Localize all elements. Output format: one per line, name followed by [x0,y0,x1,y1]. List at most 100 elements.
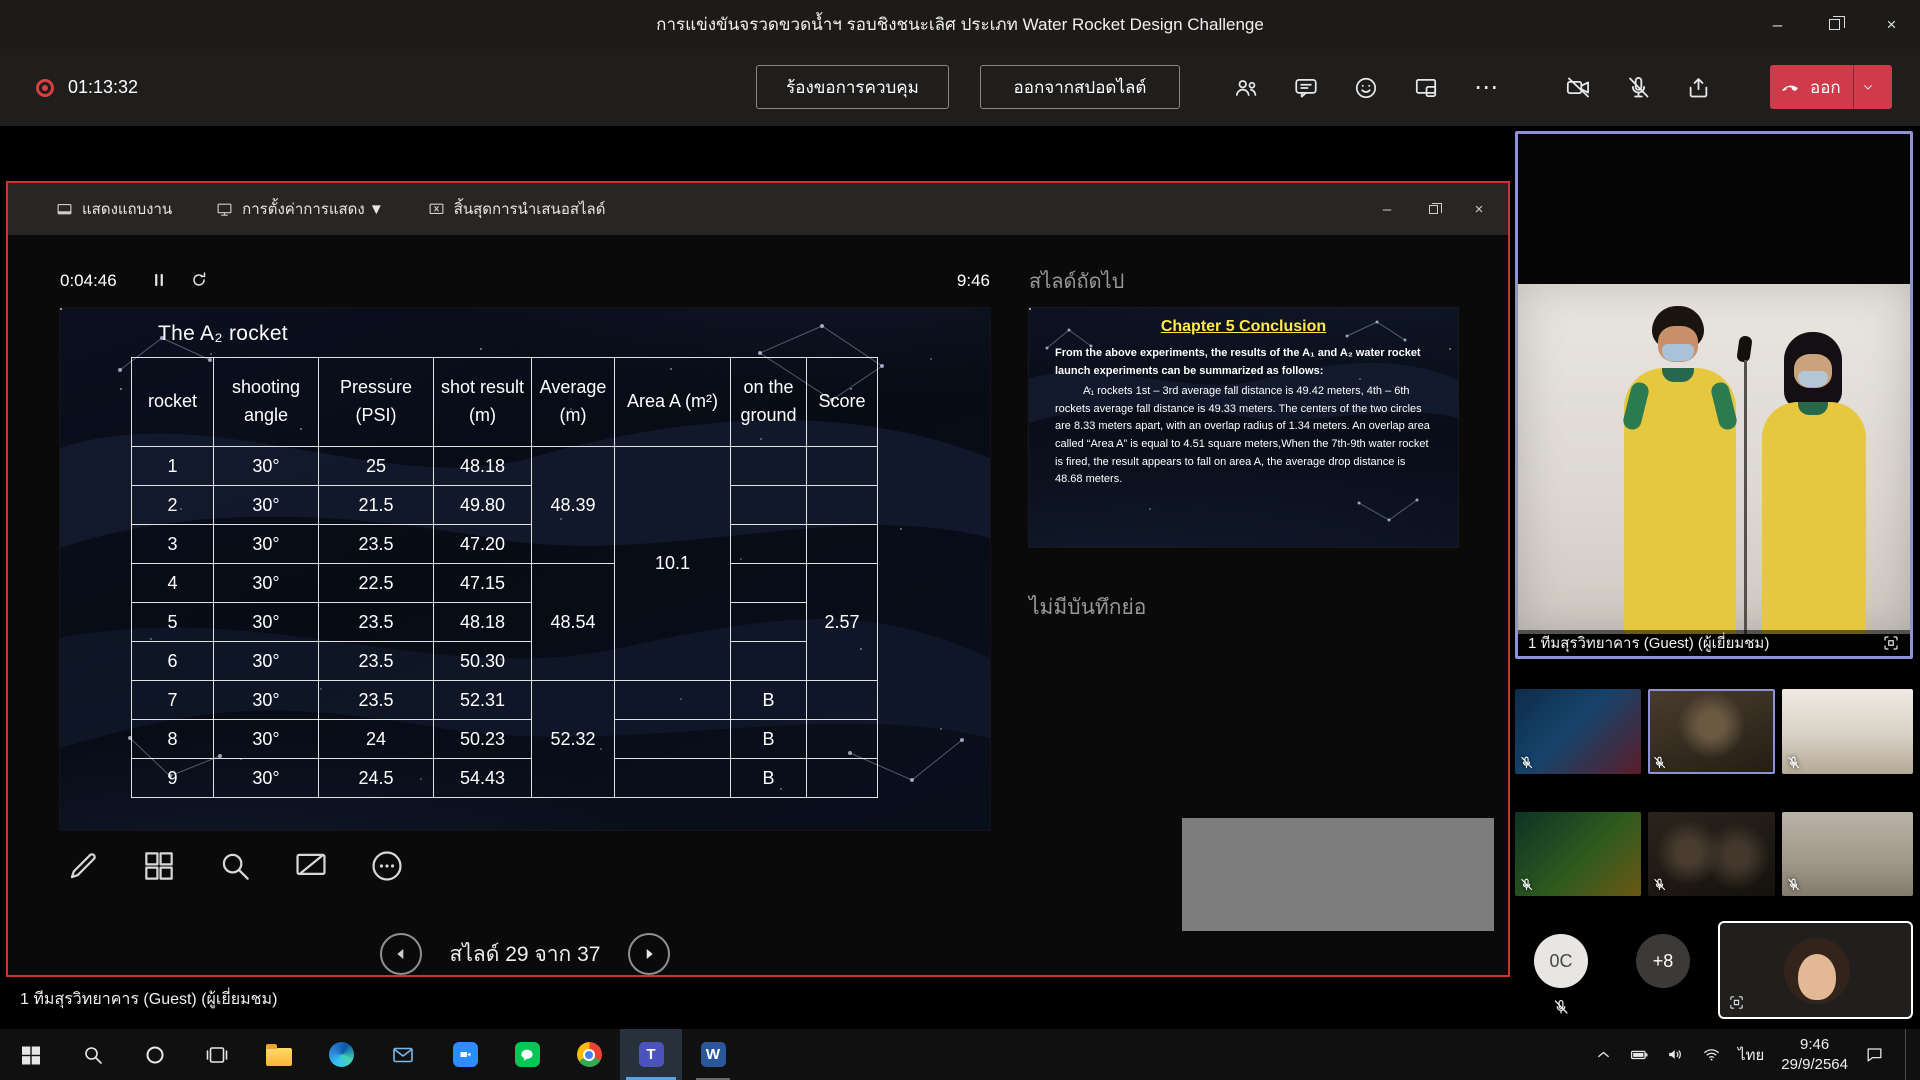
mic-off-icon [1519,877,1534,892]
chat-icon[interactable] [1292,74,1320,102]
camera-off-icon[interactable] [1564,74,1592,102]
person-figure [1762,332,1866,634]
all-slides-icon[interactable] [136,843,182,889]
next-slide-title: Chapter 5 Conclusion [1029,318,1458,336]
participant-video-tile[interactable] [1782,689,1913,774]
pen-icon[interactable] [60,843,106,889]
start-button[interactable] [0,1029,62,1080]
table-cell [807,720,878,759]
restore-icon [1429,205,1438,214]
table-cell: 50.23 [434,720,532,759]
table-cell: 30° [214,447,319,486]
participant-video-tile[interactable] [1515,812,1641,896]
cortana-button[interactable] [124,1029,186,1080]
taskbar-search-button[interactable] [62,1029,124,1080]
participants-icon[interactable] [1232,74,1260,102]
exit-spotlight-button[interactable]: ออกจากสปอดไลต์ [980,65,1180,109]
column-header: on the ground [731,358,807,447]
chrome-button[interactable] [558,1029,620,1080]
column-header: shooting angle [214,358,319,447]
participant-video-tile[interactable] [1648,812,1775,896]
network-icon[interactable] [1702,1045,1721,1064]
participant-initials-badge[interactable]: 0C [1534,934,1588,988]
reactions-icon[interactable] [1352,74,1380,102]
spotlight-name-row: 1 ทีมสุรวิทยาคาร (Guest) (ผู้เยี่ยมชม) [1518,630,1910,656]
task-view-button[interactable] [186,1029,248,1080]
table-cell: 1 [132,447,214,486]
request-control-button[interactable]: ร้องขอการควบคุม [756,65,949,109]
table-cell: 47.20 [434,525,532,564]
more-options-icon[interactable]: ⋯ [1472,74,1500,102]
minimize-button[interactable]: – [1364,183,1410,235]
table-cell [731,447,807,486]
participant-video-tile[interactable] [1648,689,1775,774]
table-row: 730°23.552.3152.32B [132,681,878,720]
rocket-data-table: rocketshooting anglePressure (PSI)shot r… [131,357,878,798]
mic-off-icon[interactable] [1624,74,1652,102]
clock[interactable]: 9:46 29/9/2564 [1781,1035,1848,1074]
line-app-button[interactable] [496,1029,558,1080]
table-cell: 25 [319,447,434,486]
overflow-label: +8 [1653,951,1674,972]
restore-button[interactable] [1410,183,1456,235]
restart-timer-button[interactable] [188,269,210,291]
participant-video-tile[interactable] [1515,689,1641,774]
participant-overflow-badge[interactable]: +8 [1636,934,1690,988]
show-taskbar-button[interactable]: แสดงแถบงาน [56,197,172,221]
close-button[interactable]: × [1456,183,1502,235]
slide-navigation: สไลด์ 29 จาก 37 [60,933,990,975]
next-slide-button[interactable] [628,933,670,975]
word-icon: W [701,1042,726,1067]
zoom-slide-icon[interactable] [212,843,258,889]
device-controls [1564,49,1712,126]
language-indicator[interactable]: ไทย [1738,1043,1764,1067]
chevron-down-icon[interactable] [1854,79,1882,95]
show-desktop-button[interactable] [1905,1029,1910,1080]
chrome-icon [577,1042,602,1067]
table-cell [615,759,731,798]
fit-to-frame-icon[interactable] [1882,634,1900,652]
teams-icon: T [639,1042,664,1067]
video-call-app-button[interactable] [434,1029,496,1080]
avatar [1784,938,1850,1004]
table-row: 630°23.550.30 [132,642,878,681]
end-slideshow-button[interactable]: สิ้นสุดการนำเสนอสไลด์ [428,197,606,221]
leave-label: ออก [1810,74,1841,101]
current-slide[interactable]: The A₂ rocket rocketshooting anglePressu… [60,308,990,830]
display-settings-button[interactable]: การตั้งค่าการแสดง ▼ [216,197,384,221]
self-video-tile[interactable] [1718,921,1913,1019]
next-slide-preview[interactable]: Chapter 5 Conclusion From the above expe… [1029,308,1458,547]
table-cell [807,486,878,525]
volume-icon[interactable] [1666,1045,1685,1064]
pause-button[interactable] [148,269,170,291]
tray-expand-icon[interactable] [1594,1045,1613,1064]
previous-slide-button[interactable] [380,933,422,975]
minimize-button[interactable]: – [1749,0,1806,49]
black-screen-icon[interactable] [288,843,334,889]
windows-taskbar: T W ไทย 9:46 29/9/2564 [0,1029,1920,1080]
end-slideshow-label: สิ้นสุดการนำเสนอสไลด์ [454,197,606,221]
table-cell: 21.5 [319,486,434,525]
more-slideshow-options-icon[interactable] [364,843,410,889]
action-center-icon[interactable] [1865,1045,1884,1064]
close-button[interactable]: × [1863,0,1920,49]
window-controls: – × [1749,0,1920,49]
battery-icon[interactable] [1630,1045,1649,1064]
presenter-name-label: 1 ทีมสุรวิทยาคาร (Guest) (ผู้เยี่ยมชม) [20,987,277,1012]
table-cell: 2.57 [807,564,878,681]
fit-to-frame-icon[interactable] [1728,994,1745,1011]
mail-button[interactable] [372,1029,434,1080]
breakout-rooms-icon[interactable] [1412,74,1440,102]
edge-button[interactable] [310,1029,372,1080]
leave-button[interactable]: ออก [1770,65,1892,109]
table-cell: 50.30 [434,642,532,681]
word-button[interactable]: W [682,1029,744,1080]
table-cell [807,759,878,798]
spotlight-video-tile[interactable]: 1 ทีมสุรวิทยาคาร (Guest) (ผู้เยี่ยมชม) [1515,131,1913,659]
participant-video-tile[interactable] [1782,812,1913,896]
maximize-button[interactable] [1806,0,1863,49]
file-explorer-button[interactable] [248,1029,310,1080]
share-content-icon[interactable] [1684,74,1712,102]
teams-button[interactable]: T [620,1029,682,1080]
table-cell [731,486,807,525]
